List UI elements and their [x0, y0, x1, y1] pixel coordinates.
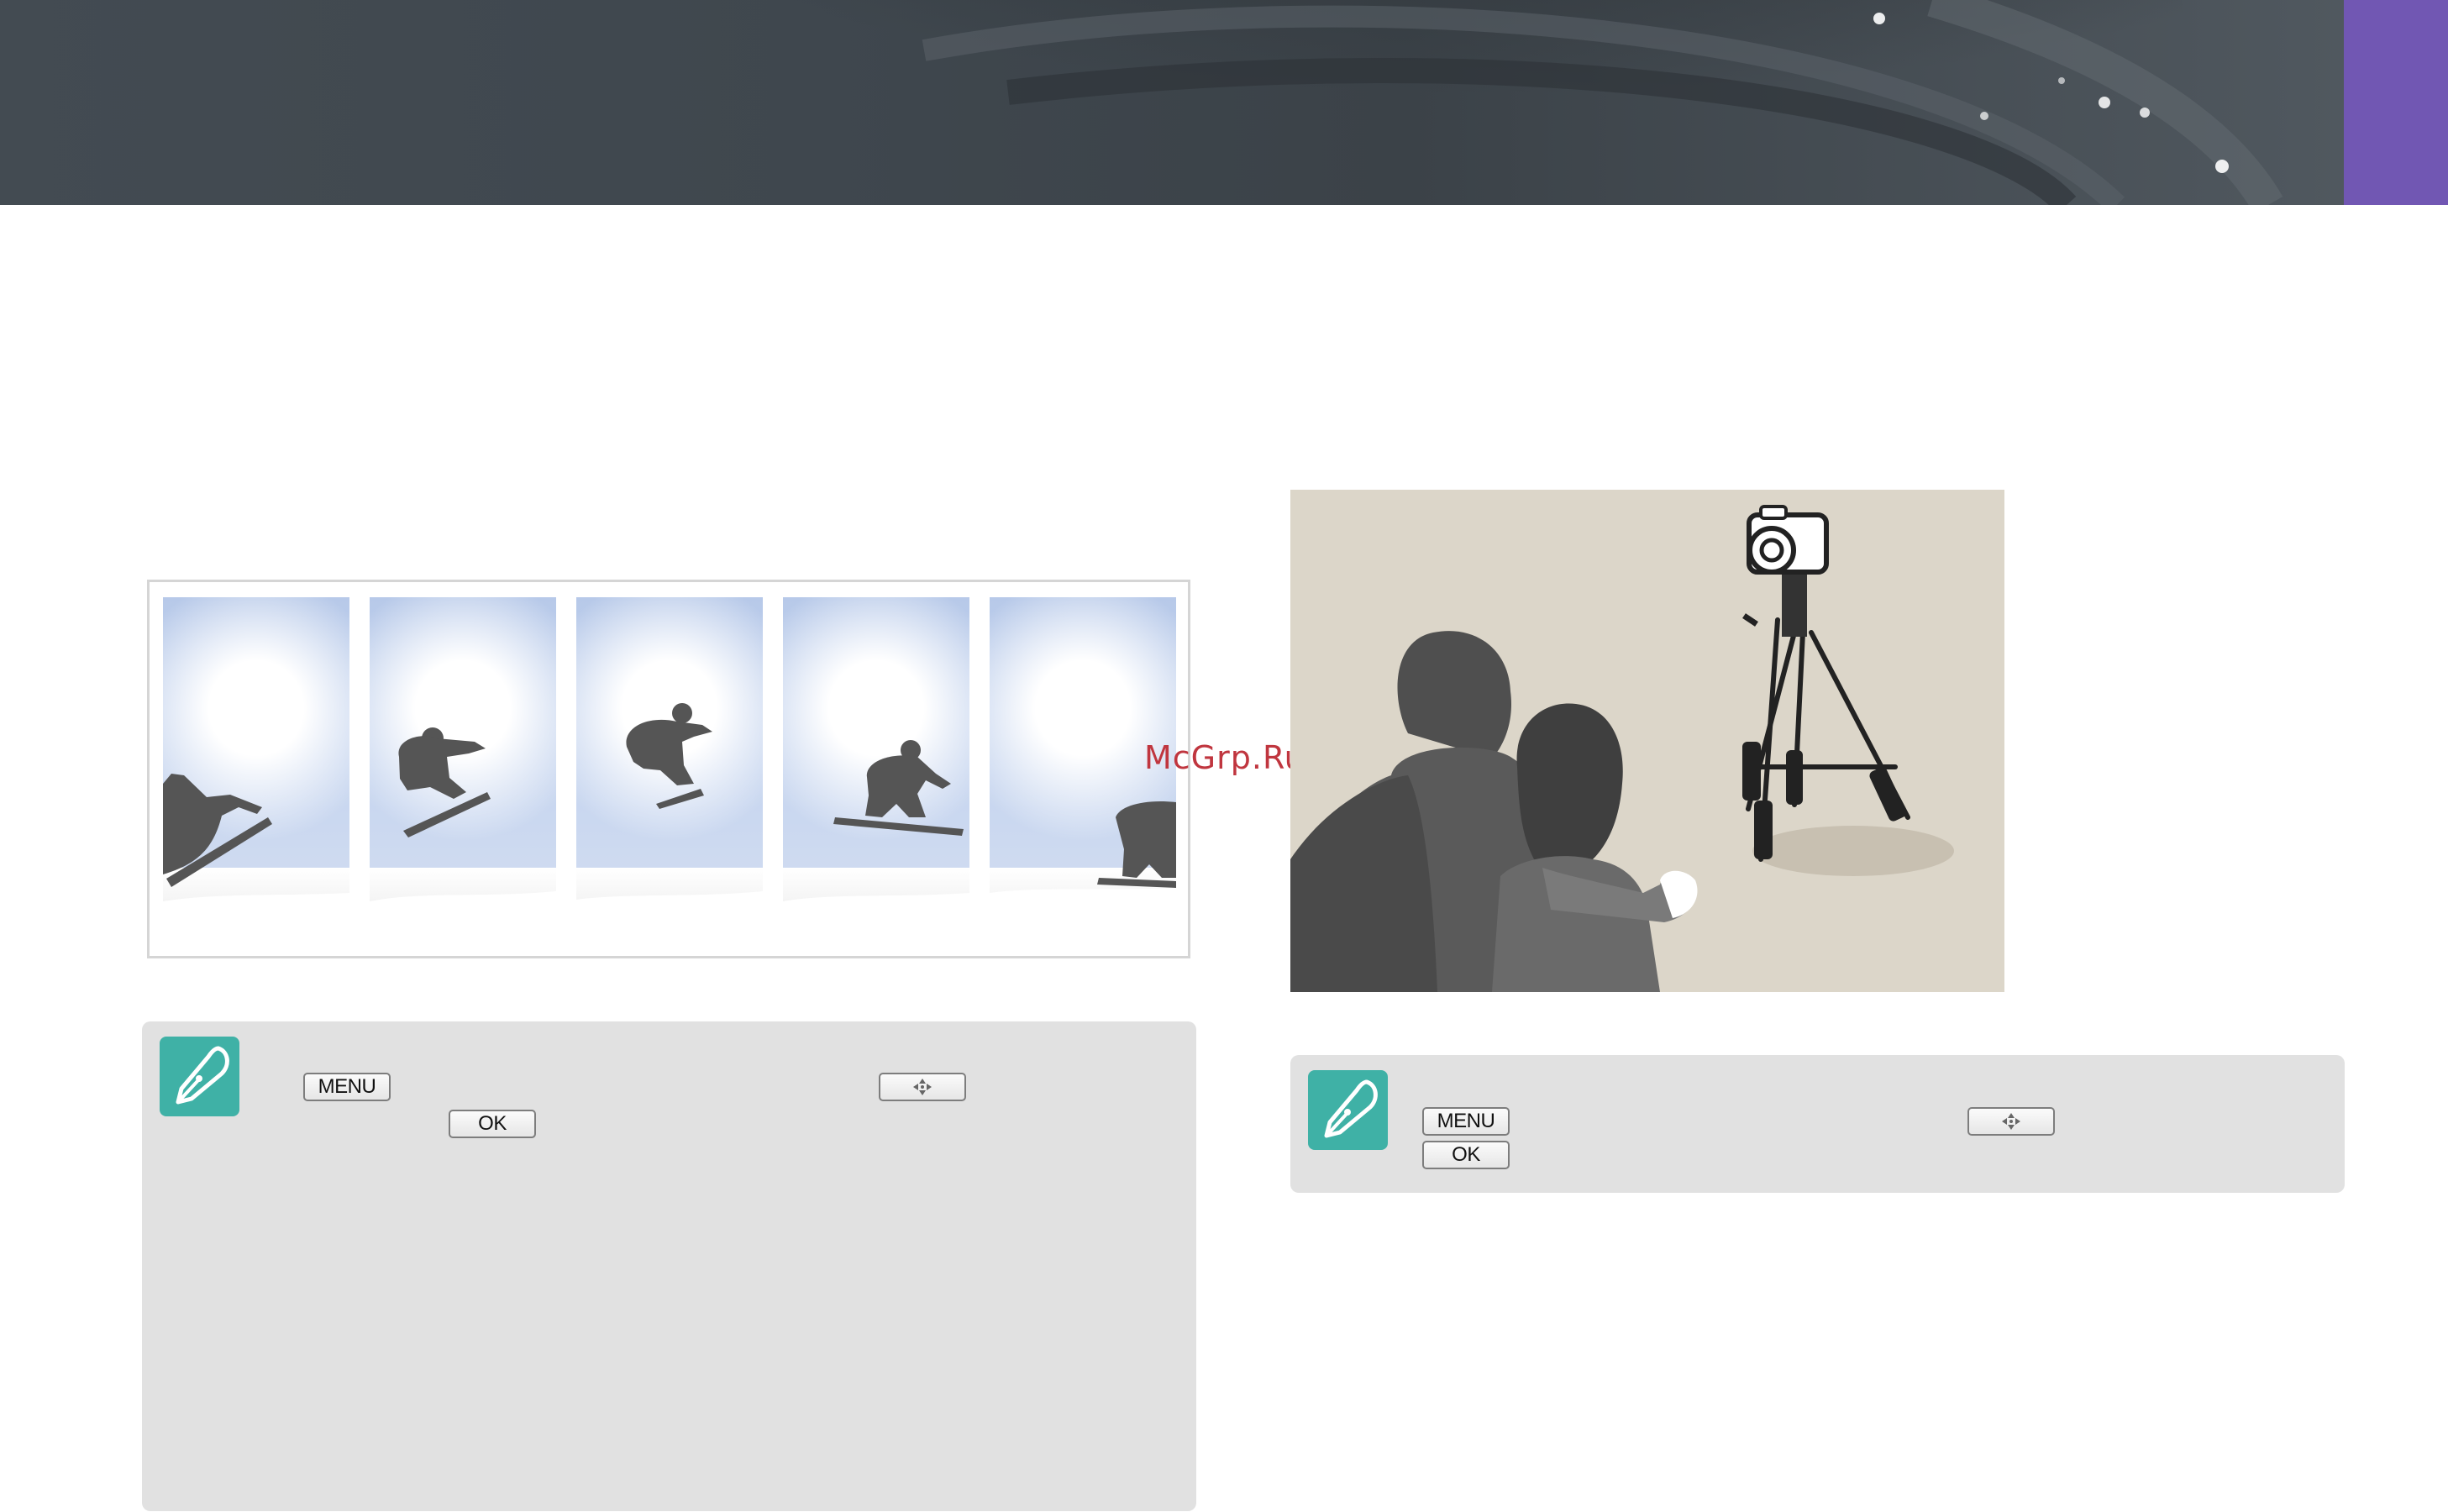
note-box-left: MENU OK — [142, 1021, 1196, 1511]
continuous-shot-illustration — [147, 580, 1190, 958]
menu-button-key: MENU — [303, 1073, 391, 1101]
ok-button-key: OK — [449, 1110, 536, 1138]
snowboarder-silhouette-icon — [163, 774, 349, 945]
note-pen-icon — [1308, 1070, 1388, 1150]
navigation-pad-icon — [1967, 1107, 2055, 1136]
sequence-panel-2 — [370, 597, 556, 945]
snowboarder-silhouette-icon — [370, 727, 556, 945]
ok-button-key: OK — [1422, 1141, 1510, 1169]
self-timer-illustration — [1290, 490, 2004, 992]
note-box-right: MENU OK — [1290, 1055, 2345, 1193]
page-header-band — [0, 0, 2344, 205]
couple-and-tripod-icon — [1290, 505, 1954, 992]
snowboarder-silhouette-icon — [783, 740, 969, 945]
snowboarder-silhouette-icon — [576, 703, 763, 945]
sequence-panel-3 — [576, 597, 763, 945]
chapter-accent-tab — [2344, 0, 2448, 205]
sequence-panel-1 — [163, 597, 349, 945]
navigation-pad-icon — [879, 1073, 966, 1101]
watermark-text: McGrp.Ru — [1144, 739, 1305, 776]
menu-button-key: MENU — [1422, 1107, 1510, 1136]
sequence-panel-4 — [783, 597, 969, 945]
header-swirl-decoration — [672, 0, 2283, 205]
note-pen-icon — [160, 1037, 239, 1116]
